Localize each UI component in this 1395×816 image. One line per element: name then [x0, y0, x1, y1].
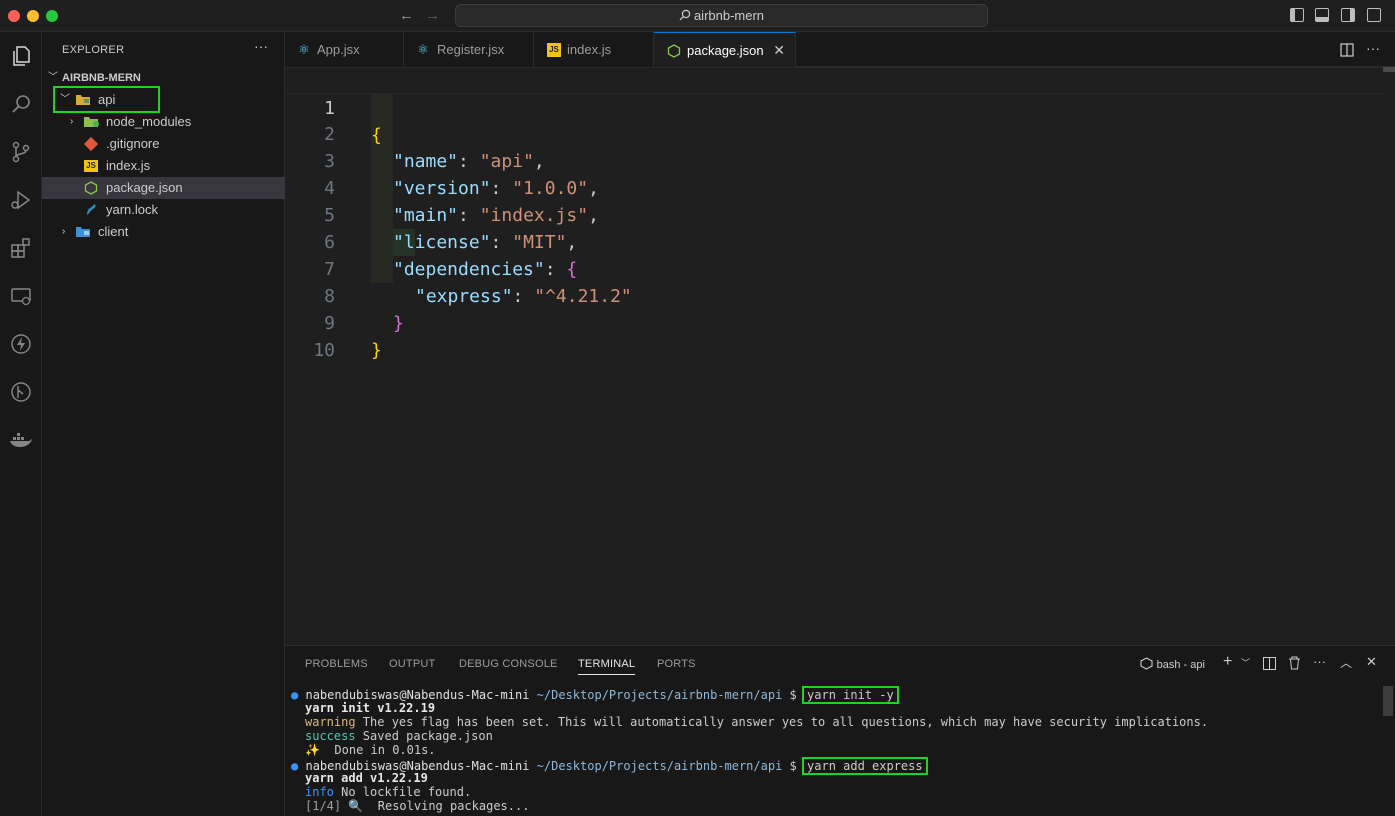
terminal-shell-selector[interactable]: bash - api — [1140, 656, 1205, 671]
terminal-line: info No lockfile found. — [305, 785, 472, 799]
add-terminal-icon[interactable]: + — [1223, 653, 1232, 671]
folder-node-icon — [84, 116, 99, 128]
tree-label: .gitignore — [106, 136, 160, 151]
react-icon: ⚛ — [298, 42, 310, 57]
panel-more-icon[interactable]: ··· — [1313, 654, 1326, 669]
editor-more-icon[interactable]: ··· — [1366, 40, 1380, 56]
source-control-icon[interactable] — [5, 136, 37, 168]
tab-package-json[interactable]: package.json ✕ — [654, 32, 796, 67]
command-center-search[interactable]: airbnb-mern — [455, 4, 988, 27]
code-line: 8 } — [324, 286, 404, 334]
code-line: 7 "express": "^4.21.2" — [324, 259, 632, 307]
split-terminal-icon[interactable] — [1263, 657, 1276, 670]
split-editor-icon[interactable] — [1340, 43, 1354, 57]
extensions-icon[interactable] — [5, 232, 37, 264]
remote-explorer-icon[interactable] — [5, 280, 37, 312]
chevron-right-icon: › — [62, 226, 66, 237]
tab-terminal[interactable]: TERMINAL — [578, 658, 636, 675]
more-actions-icon[interactable]: ··· — [254, 38, 268, 54]
chevron-down-icon[interactable]: ﹀ — [1241, 656, 1250, 669]
code-line: 10 — [313, 340, 335, 361]
trash-icon[interactable] — [1288, 656, 1301, 670]
tab-problems[interactable]: PROBLEMS — [305, 658, 368, 670]
tab-debug-console[interactable]: DEBUG CONSOLE — [459, 658, 558, 670]
explorer-header: EXPLORER — [62, 44, 125, 56]
code-line: 5 "license": "MIT", — [324, 205, 578, 253]
tree-item-gitignore[interactable]: .gitignore — [42, 133, 285, 155]
run-debug-icon[interactable] — [5, 184, 37, 216]
maximize-panel-icon[interactable]: ︿ — [1340, 654, 1352, 671]
git-icon — [83, 136, 99, 152]
tree-label: package.json — [106, 180, 183, 195]
tree-label: yarn.lock — [106, 202, 159, 217]
nodejs-icon — [667, 44, 681, 58]
terminal-line: yarn init v1.22.19 — [305, 701, 436, 715]
close-window-button[interactable] — [8, 10, 20, 22]
customize-layout-icon[interactable] — [1367, 8, 1381, 22]
tab-index-js[interactable]: JS index.js — [534, 32, 654, 67]
title-bar: ← → airbnb-mern — [0, 0, 1395, 32]
tab-app-jsx[interactable]: ⚛ App.jsx — [285, 32, 404, 67]
react-icon: ⚛ — [417, 42, 429, 57]
chevron-right-icon: › — [70, 116, 74, 127]
code-line: 9 } — [324, 313, 382, 361]
terminal-icon — [1140, 657, 1153, 670]
close-tab-icon[interactable]: ✕ — [773, 33, 785, 68]
terminal-line: [1/4] 🔍 Resolving packages... — [305, 799, 530, 813]
code-editor[interactable]: 1 { 2 "name": "api", 3 "version": "1.0.0… — [285, 67, 1395, 645]
toggle-panel-icon[interactable] — [1315, 8, 1329, 22]
js-icon: JS — [547, 43, 561, 57]
maximize-window-button[interactable] — [46, 10, 58, 22]
terminal-scrollbar[interactable] — [1383, 686, 1393, 716]
forward-arrow-icon[interactable]: → — [425, 7, 440, 24]
terminal-line: warning The yes flag has been set. This … — [305, 715, 1209, 729]
back-arrow-icon[interactable]: ← — [399, 7, 414, 24]
tree-label: client — [98, 224, 129, 239]
folder-client-icon — [76, 226, 90, 238]
close-panel-icon[interactable]: ✕ — [1366, 654, 1377, 670]
editor-tabs: ⚛ App.jsx ⚛ Register.jsx JS index.js pac… — [285, 32, 1395, 67]
tab-ports[interactable]: PORTS — [657, 658, 696, 670]
code-line: 4 "main": "index.js", — [324, 178, 599, 226]
explorer-icon[interactable] — [5, 40, 37, 72]
terminal-line: ✨ Done in 0.01s. — [305, 743, 436, 757]
docker-icon[interactable] — [5, 424, 37, 456]
yarn-icon — [84, 204, 98, 216]
js-icon: JS — [84, 160, 98, 172]
minimize-window-button[interactable] — [27, 10, 39, 22]
window-title: airbnb-mern — [693, 8, 765, 23]
explorer-sidebar: EXPLORER ··· ﹀ AIRBNB-MERN ﹀ api › node_… — [42, 32, 285, 816]
highlight-api-folder — [53, 86, 160, 113]
bottom-panel: PROBLEMS OUTPUT DEBUG CONSOLE TERMINAL P… — [285, 645, 1395, 816]
tree-item-client[interactable]: › client — [42, 221, 285, 243]
code-line: 1 { — [285, 67, 1385, 146]
terminal-line: yarn add v1.22.19 — [305, 771, 428, 785]
editor-scrollbar[interactable] — [1383, 67, 1395, 72]
tree-label: node_modules — [106, 114, 192, 129]
code-line: 3 "version": "1.0.0", — [324, 151, 599, 199]
activity-bar — [0, 32, 42, 816]
git-graph-icon[interactable] — [5, 376, 37, 408]
code-line: 2 "name": "api", — [324, 124, 545, 172]
tree-item-package-json[interactable]: package.json — [42, 177, 285, 199]
code-line: 6 "dependencies": { — [324, 232, 578, 280]
toggle-sidebar-icon[interactable] — [1290, 8, 1304, 22]
tree-item-yarn-lock[interactable]: yarn.lock — [42, 199, 285, 221]
search-icon[interactable] — [5, 88, 37, 120]
tab-output[interactable]: OUTPUT — [389, 658, 435, 670]
terminal-line: success Saved package.json — [305, 729, 493, 743]
tree-item-index-js[interactable]: JS index.js — [42, 155, 285, 177]
tab-register-jsx[interactable]: ⚛ Register.jsx — [404, 32, 534, 67]
nodejs-icon — [84, 181, 98, 195]
tree-label: index.js — [106, 158, 151, 173]
lightning-extension-icon[interactable] — [5, 328, 37, 360]
tree-item-node-modules[interactable]: › node_modules — [42, 111, 285, 133]
toggle-secondary-sidebar-icon[interactable] — [1341, 8, 1355, 22]
search-icon — [679, 9, 691, 21]
